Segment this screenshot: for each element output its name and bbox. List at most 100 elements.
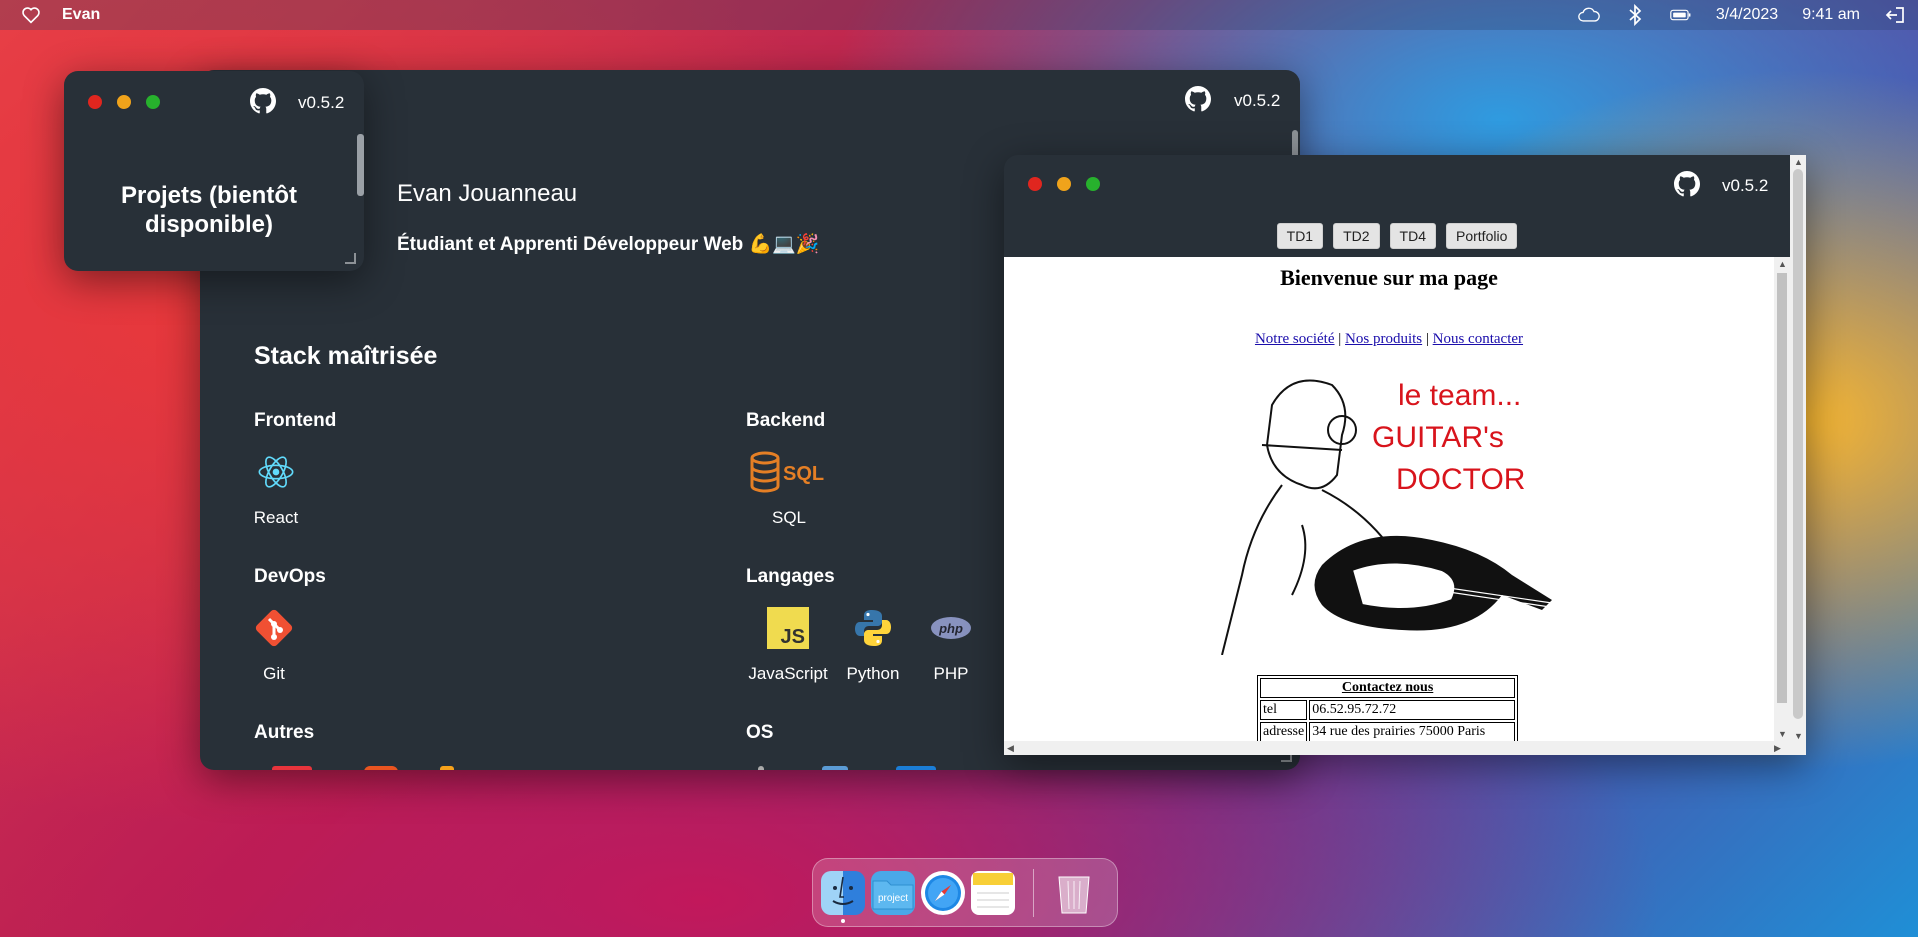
javascript-icon: JS <box>766 606 810 650</box>
guitar-doctor-image: le team... GUITAR's DOCTOR <box>1212 365 1562 656</box>
scroll-left-arrow[interactable]: ◀ <box>1007 743 1014 754</box>
page-nav: Notre société | Nos produits | Nous cont… <box>1004 331 1774 348</box>
scroll-down-arrow[interactable]: ▼ <box>1794 731 1803 741</box>
minimize-button[interactable] <box>1057 177 1071 191</box>
python-icon <box>851 606 895 650</box>
trash-icon[interactable] <box>1052 871 1096 915</box>
nav-separator: | <box>1425 331 1429 347</box>
tab-td4[interactable]: TD4 <box>1389 223 1436 249</box>
os-icon-2-partial <box>822 766 848 770</box>
tech-label-sql: SQL <box>771 508 807 527</box>
dock: project <box>812 858 1118 927</box>
autres-icon-3-partial <box>440 766 454 770</box>
menu-bar: Evan 3/4/2023 9:41 am <box>0 0 1918 30</box>
web-window-scrollbar[interactable]: ▲ ▼ <box>1790 155 1806 755</box>
scroll-down-arrow[interactable]: ▼ <box>1778 729 1787 739</box>
bluetooth-icon[interactable] <box>1624 4 1646 26</box>
web-window[interactable]: v0.5.2 TD1 TD2 TD4 Portfolio Bienvenue s… <box>1004 155 1806 755</box>
link-nos-produits[interactable]: Nos produits <box>1345 331 1422 347</box>
finder-icon[interactable] <box>821 870 865 923</box>
php-icon: php <box>929 606 973 650</box>
scroll-right-arrow[interactable]: ▶ <box>1774 743 1781 754</box>
scroll-up-arrow[interactable]: ▲ <box>1794 157 1803 167</box>
sql-database-icon: SQL <box>749 450 829 494</box>
cloud-icon[interactable] <box>1578 4 1600 26</box>
php-logo-text: php <box>938 621 963 636</box>
sql-logo-text: SQL <box>783 463 824 485</box>
category-os: OS <box>746 722 774 743</box>
embedded-page[interactable]: Bienvenue sur ma page Notre société | No… <box>1004 257 1790 755</box>
battery-icon[interactable] <box>1670 4 1692 26</box>
os-icon-1-partial <box>758 766 764 770</box>
project-folder-icon[interactable]: project <box>871 870 915 915</box>
category-langages: Langages <box>746 566 835 587</box>
version-label: v0.5.2 <box>298 93 345 112</box>
close-button[interactable] <box>1028 177 1042 191</box>
profile-subtitle: Étudiant et Apprenti Développeur Web 💪💻🎉 <box>397 234 820 255</box>
hero-line-2: GUITAR's <box>1372 421 1504 454</box>
projects-window[interactable]: v0.5.2 Projets (bientôt disponible) <box>64 71 364 271</box>
contact-key: tel <box>1260 700 1308 720</box>
tech-sql: SQL SQL <box>749 450 829 528</box>
tech-javascript: JS JavaScript <box>746 606 830 684</box>
github-icon[interactable] <box>250 88 276 114</box>
link-notre-societe[interactable]: Notre société <box>1255 331 1335 347</box>
category-devops: DevOps <box>254 566 326 587</box>
projects-title: Projets (bientôt disponible) <box>120 182 297 238</box>
embedded-horizontal-scrollbar[interactable]: ◀ ▶ <box>1004 741 1790 755</box>
menubar-date: 3/4/2023 <box>1715 6 1779 23</box>
category-autres: Autres <box>254 722 315 743</box>
maximize-button[interactable] <box>1086 177 1100 191</box>
tech-label-python: Python <box>846 664 900 683</box>
autres-icon-1-partial <box>272 766 312 770</box>
tab-td2[interactable]: TD2 <box>1333 223 1380 249</box>
close-button[interactable] <box>88 95 102 109</box>
resize-handle[interactable] <box>345 253 356 264</box>
maximize-button[interactable] <box>146 95 160 109</box>
scroll-up-arrow[interactable]: ▲ <box>1778 259 1787 269</box>
scroll-thumb[interactable] <box>1793 169 1803 719</box>
version-label: v0.5.2 <box>1722 176 1769 195</box>
link-nous-contacter[interactable]: Nous contacter <box>1433 331 1523 347</box>
project-folder-label: project <box>878 893 908 904</box>
category-frontend: Frontend <box>254 410 337 431</box>
tech-label-javascript: JavaScript <box>748 664 828 683</box>
logout-icon[interactable] <box>1884 4 1906 26</box>
tech-git: Git <box>234 606 314 684</box>
heart-icon[interactable] <box>20 4 42 26</box>
notes-icon[interactable] <box>971 870 1015 915</box>
tech-label-git: Git <box>263 664 285 683</box>
window-controls <box>88 95 160 109</box>
menubar-time: 9:41 am <box>1802 6 1860 23</box>
github-icon[interactable] <box>1674 171 1700 197</box>
tech-python: Python <box>833 606 913 684</box>
safari-icon[interactable] <box>921 870 965 915</box>
js-logo-text: JS <box>781 626 805 648</box>
td-tabs: TD1 TD2 TD4 Portfolio <box>1004 223 1790 249</box>
contact-table: Contactez nous tel 06.52.95.72.72 adress… <box>1257 675 1519 741</box>
app-name[interactable]: Evan <box>62 6 100 24</box>
table-row: adresse 34 rue des prairies 75000 Paris <box>1260 722 1516 741</box>
autres-icon-2-partial <box>364 766 398 770</box>
windows-icon-partial <box>896 766 936 770</box>
hero-line-3: DOCTOR <box>1396 463 1525 496</box>
tab-portfolio[interactable]: Portfolio <box>1446 223 1518 249</box>
version-label: v0.5.2 <box>1234 91 1281 110</box>
embedded-vertical-scrollbar[interactable]: ▲ ▼ <box>1774 257 1790 741</box>
embedded-page-content: Bienvenue sur ma page Notre société | No… <box>1004 257 1774 741</box>
contact-header: Contactez nous <box>1260 678 1516 698</box>
contact-value: 34 rue des prairies 75000 Paris <box>1309 722 1516 741</box>
react-icon <box>254 450 298 494</box>
nav-separator: | <box>1338 331 1342 347</box>
dock-separator <box>1033 868 1034 917</box>
tab-td1[interactable]: TD1 <box>1276 223 1324 249</box>
stack-title: Stack maîtrisée <box>254 342 438 370</box>
running-indicator <box>841 918 845 923</box>
projects-scrollbar[interactable] <box>357 134 364 196</box>
tech-label-react: React <box>253 508 299 527</box>
github-icon[interactable] <box>1185 86 1211 112</box>
profile-name: Evan Jouanneau <box>397 180 578 207</box>
minimize-button[interactable] <box>117 95 131 109</box>
scroll-thumb[interactable] <box>1777 273 1787 703</box>
table-row: tel 06.52.95.72.72 <box>1260 700 1516 720</box>
